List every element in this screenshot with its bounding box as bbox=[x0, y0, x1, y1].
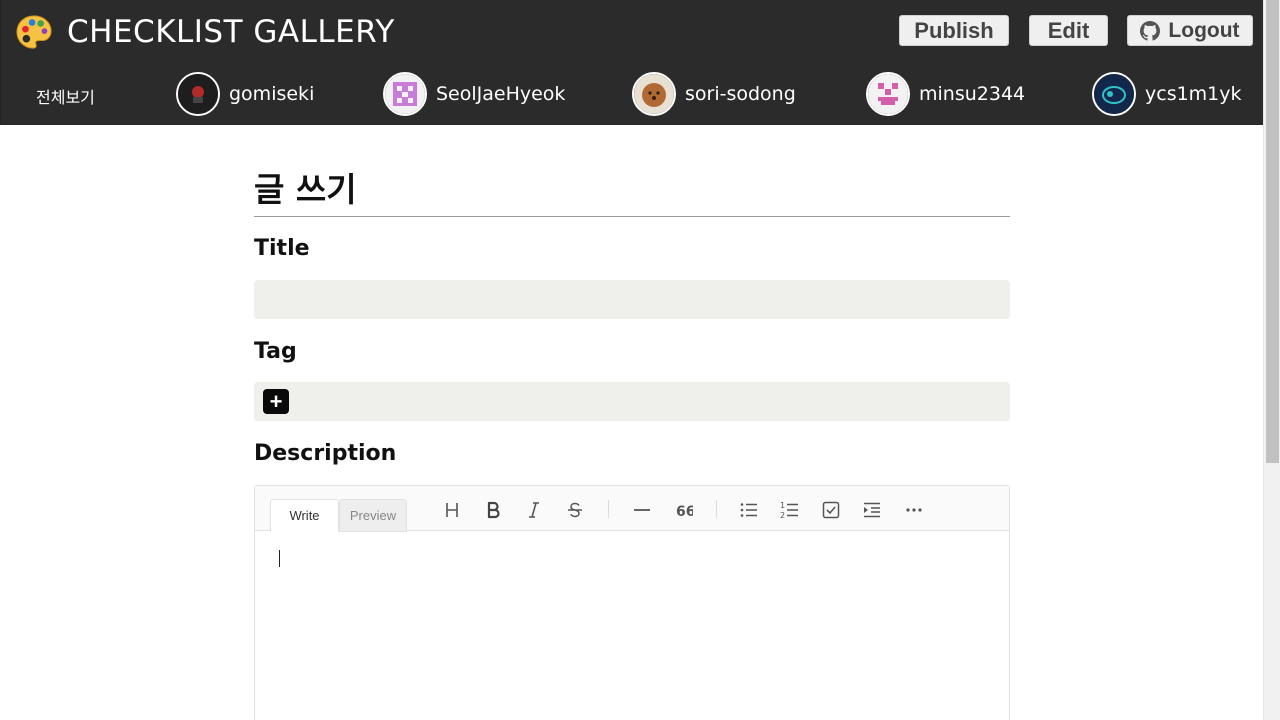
svg-text:1: 1 bbox=[780, 501, 785, 510]
github-icon bbox=[1140, 20, 1161, 41]
editor-textarea[interactable] bbox=[255, 532, 1009, 720]
indent-icon[interactable] bbox=[860, 498, 884, 522]
tag-label: Tag bbox=[254, 339, 297, 364]
page-scrollbar[interactable] bbox=[1263, 0, 1280, 720]
markdown-editor: Write Preview 66 1 2 bbox=[254, 485, 1010, 720]
italic-icon[interactable] bbox=[522, 498, 546, 522]
tag-field[interactable]: + bbox=[254, 382, 1010, 421]
strikethrough-icon[interactable] bbox=[563, 498, 587, 522]
text-caret bbox=[279, 550, 280, 567]
toolbar-divider bbox=[608, 500, 609, 518]
avatar bbox=[866, 72, 910, 116]
avatar bbox=[176, 72, 220, 116]
logout-button[interactable]: Logout bbox=[1127, 15, 1253, 46]
bold-icon[interactable] bbox=[481, 498, 505, 522]
palette-logo-icon bbox=[16, 15, 52, 49]
ordered-list-icon[interactable]: 12 bbox=[778, 498, 802, 522]
editor-toolbar: Write Preview 66 1 2 bbox=[255, 486, 1009, 532]
tab-write[interactable]: Write bbox=[270, 499, 339, 532]
brand[interactable]: CHECKLIST GALLERY bbox=[15, 13, 395, 51]
svg-text:2: 2 bbox=[780, 511, 785, 520]
heading-icon[interactable] bbox=[440, 498, 464, 522]
more-options-icon[interactable] bbox=[902, 498, 926, 522]
tab-write-label: Write bbox=[289, 508, 320, 523]
user-nav: 전체보기 gomiseki SeolJaeHyeok sori-sodong m… bbox=[1, 70, 1264, 118]
write-form: 글 쓰기 Title Tag + Description Write Previ… bbox=[254, 125, 1010, 720]
description-label: Description bbox=[254, 441, 397, 466]
plus-icon: + bbox=[269, 388, 283, 414]
publish-button[interactable]: Publish bbox=[899, 15, 1009, 46]
title-divider bbox=[254, 216, 1010, 217]
top-header: CHECKLIST GALLERY Publish Edit Logout 전체… bbox=[0, 0, 1263, 125]
user-name: sori-sodong bbox=[685, 83, 796, 105]
avatar bbox=[383, 72, 427, 116]
add-tag-button[interactable]: + bbox=[263, 389, 289, 414]
task-checkbox-icon[interactable] bbox=[819, 498, 843, 522]
bullet-list-icon[interactable] bbox=[737, 498, 761, 522]
title-input[interactable] bbox=[254, 280, 1010, 319]
avatar bbox=[1092, 72, 1136, 116]
user-ycs1m1yk[interactable]: ycs1m1yk bbox=[1092, 72, 1242, 116]
user-name: minsu2344 bbox=[919, 83, 1026, 105]
page-title: 글 쓰기 bbox=[254, 170, 357, 209]
user-name: gomiseki bbox=[229, 83, 315, 105]
user-sori-sodong[interactable]: sori-sodong bbox=[632, 72, 796, 116]
brand-title: CHECKLIST GALLERY bbox=[67, 14, 395, 50]
avatar bbox=[632, 72, 676, 116]
scrollbar-thumb[interactable] bbox=[1266, 0, 1279, 463]
view-all-link[interactable]: 전체보기 bbox=[36, 84, 95, 108]
title-label: Title bbox=[254, 236, 310, 261]
user-name: ycs1m1yk bbox=[1145, 83, 1242, 105]
user-name: SeolJaeHyeok bbox=[436, 83, 566, 105]
svg-text:66: 66 bbox=[676, 504, 693, 520]
tab-preview-label: Preview bbox=[349, 508, 397, 523]
edit-label: Edit bbox=[1047, 17, 1090, 43]
toolbar-divider bbox=[716, 500, 717, 518]
user-seoljaehyeok[interactable]: SeolJaeHyeok bbox=[383, 72, 565, 116]
logout-label: Logout bbox=[1168, 18, 1240, 42]
quote-icon[interactable]: 66 bbox=[671, 498, 695, 522]
user-minsu2344[interactable]: minsu2344 bbox=[866, 72, 1025, 116]
publish-label: Publish bbox=[914, 17, 994, 43]
horizontal-rule-icon[interactable] bbox=[630, 498, 654, 522]
edit-button[interactable]: Edit bbox=[1029, 15, 1108, 46]
tab-preview[interactable]: Preview bbox=[339, 499, 407, 532]
user-gomiseki[interactable]: gomiseki bbox=[176, 72, 314, 116]
